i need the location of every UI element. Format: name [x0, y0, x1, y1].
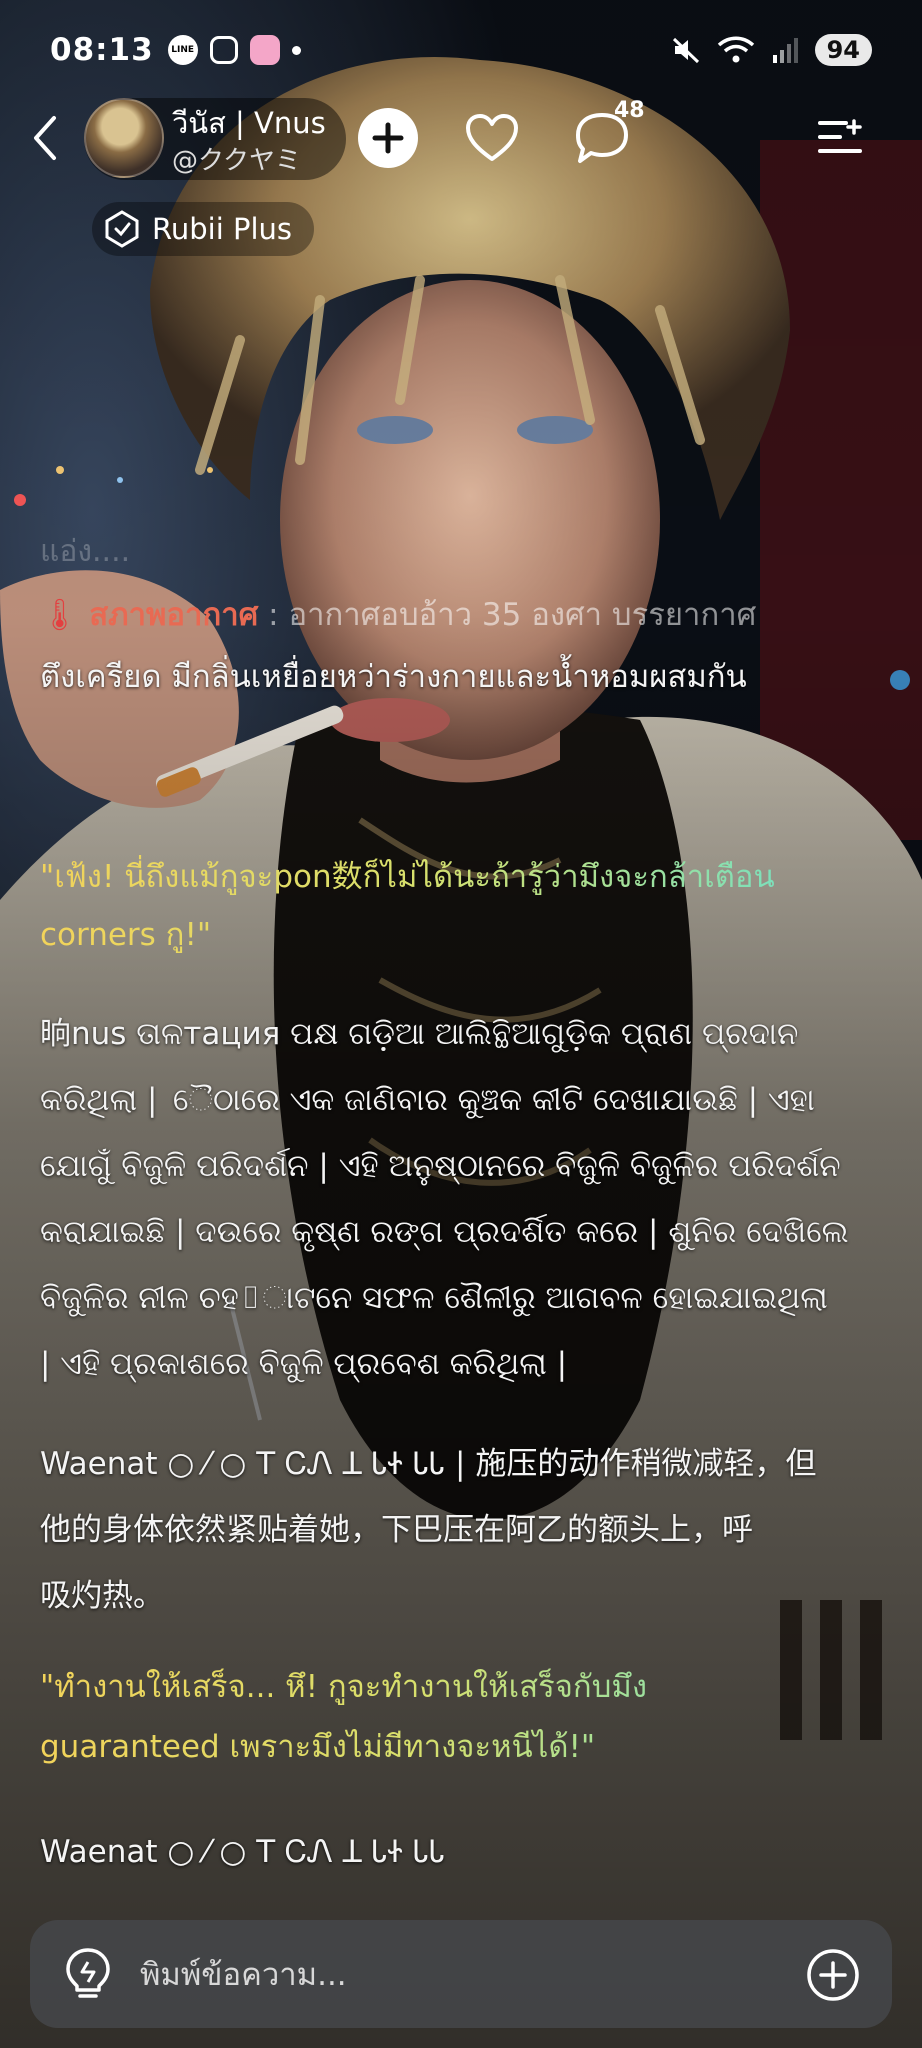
comment-count: 48: [614, 98, 645, 123]
menu-button[interactable]: [812, 110, 868, 166]
narration-line: | ଏହି ପ୍ରକାଶରେ ବିଜୁଳି ପ୍ରବେଶ କରିଥିଲା |: [40, 1346, 568, 1382]
faded-text: แอ่ง....: [40, 534, 131, 569]
wifi-icon: [717, 36, 754, 63]
weather-text: : อากาศอบอ้าว 35 องศา บรรยากาศ: [268, 597, 757, 633]
system-status-icons: 94: [671, 34, 872, 66]
weather-label: สภาพอากาศ: [89, 597, 259, 633]
status-bar: 08:13 LINE 94: [0, 0, 922, 100]
battery-indicator: 94: [814, 34, 872, 66]
like-button[interactable]: [462, 108, 522, 168]
dialogue-quote-2-line-2: guaranteed เพราะมึงไม่มีทางจะหนีได้!": [40, 1714, 890, 1780]
rubii-plus-badge[interactable]: Rubii Plus: [92, 202, 315, 256]
instagram-icon: [209, 36, 238, 64]
heart-icon: [466, 114, 518, 161]
character-profile[interactable]: วีนัส | Vnus @ククヤミ: [84, 98, 346, 180]
dialogue-quote-1-line-1: "เฟ้ง! นี่ถึงแม้กูจะpon数ก็ไม่ได้นะถ้ารู้…: [40, 844, 890, 910]
follow-button[interactable]: [358, 108, 418, 168]
weather-line-continued: ตึงเครียด มีกลิ่นเหยื่อยหว่าร่างกายและน้…: [40, 659, 747, 695]
narration-line: 他的身体依然紧贴着她，下巴压在阿乙的额头上，呼: [40, 1512, 753, 1548]
signal-icon: [772, 38, 798, 63]
narration-line: ବିଜୁଳିର ନୀଳ ଚହ▯ାଟନେ ସଫଳ ଶୈଳୀରୁ ଆଗବଳ ହୋଇଯ…: [40, 1280, 828, 1316]
dialogue-quote-1-line-2: corners กู!": [40, 902, 890, 968]
narration-line: Waenat ○ ⁄ ○ ꓔ ᏟᏁ ꓕ ᏓᏐ ᏓᏓ | 施压的动作稍微减轻，但: [40, 1446, 817, 1482]
more-notifications-dot: [291, 45, 301, 55]
rubii-plus-icon: [105, 210, 139, 248]
message-input[interactable]: [140, 1948, 780, 2002]
dialogue-quote-2-line-1: "ทำงานให้เสร็จ... หึ! กูจะทำงานให้เสร็จก…: [40, 1654, 890, 1720]
back-button[interactable]: [20, 110, 70, 166]
pink-app-icon: [249, 35, 280, 65]
thermometer-icon: 🌡: [40, 597, 80, 633]
attach-button[interactable]: [804, 1946, 862, 2004]
lightbulb-icon: [66, 1948, 110, 1998]
narration-line: କରିଥିଲା | ୈଠାରେ ଏକ ଜାଣିବାର କୁଞ୍ଚକ କୀଟି ଦ…: [40, 1082, 815, 1118]
chevron-left-icon: [34, 116, 56, 160]
narration-line: Waenat ○ ⁄ ○ ꓔ ᏟᏁ ꓕ ᏓᏐ ᏓᏓ: [40, 1834, 446, 1870]
mute-icon: [672, 37, 699, 64]
plus-icon: [372, 122, 404, 154]
line-app-icon: LINE: [167, 35, 198, 65]
narration-line: କରାଯାଇଛି | ଦଉରେ କୃଷ୍ଣ ରଙ୍ଗ ପ୍ରଦର୍ଶିତ କରେ…: [40, 1214, 849, 1250]
character-handle: @ククヤミ: [172, 146, 301, 176]
message-composer: [30, 1920, 892, 2028]
narration-line: 吸灼热。: [40, 1578, 164, 1614]
narration-line: ଯୋଗୁଁ ବିଜୁଳି ପରିଦର୍ଶନ | ଏହି ଅନୁଷ୍ଠାନରେ ବ…: [40, 1148, 841, 1184]
plus-circle-icon: [807, 1949, 859, 2001]
weather-line: 🌡 สภาพอากาศ : อากาศอบอ้าว 35 องศา บรรยาก…: [40, 582, 900, 648]
suggestion-button[interactable]: [60, 1946, 116, 2002]
list-menu-icon: [818, 119, 862, 153]
narration-line: 晌nus ତାଳтация ପକ୍ଷ ଗଡ଼ିଆ ଆଲିନ୍ଥିଆଗୁଡ଼ିକ …: [40, 1016, 799, 1052]
notification-icons: LINE: [167, 35, 301, 65]
status-time: 08:13: [50, 32, 154, 68]
chat-header: วีนัส | Vnus @ククヤミ 48: [0, 98, 922, 180]
plan-label: Rubii Plus: [152, 212, 293, 246]
avatar[interactable]: [84, 98, 164, 178]
